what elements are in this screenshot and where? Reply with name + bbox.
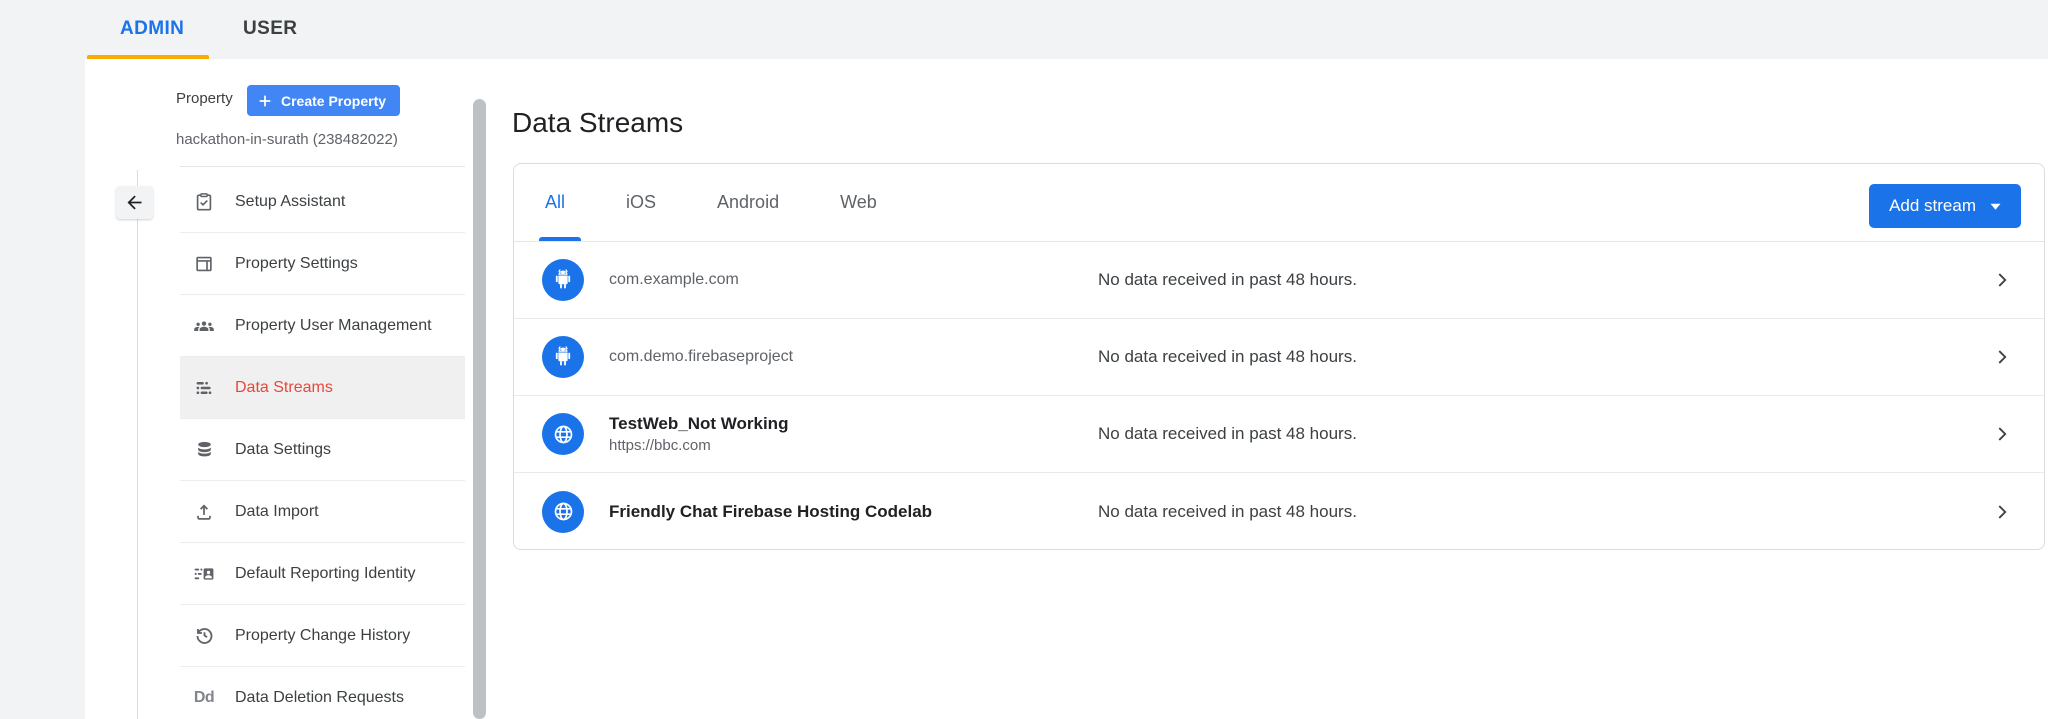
active-stream-tab-underline (539, 237, 581, 241)
caret-down-icon (1990, 203, 2001, 210)
sidebar-item-data-deletion-requests[interactable]: Dd Data Deletion Requests (180, 667, 465, 719)
tab-web[interactable]: Web (840, 192, 877, 213)
sidebar-nav: Setup Assistant Property Settings (180, 171, 465, 719)
sidebar-item-default-reporting-identity[interactable]: Default Reporting Identity (180, 543, 465, 605)
users-icon (192, 314, 216, 338)
sidebar-item-label: Property User Management (235, 317, 432, 335)
sidebar-item-label: Property Settings (235, 255, 358, 273)
stream-url: https://bbc.com (609, 437, 788, 454)
add-stream-label: Add stream (1889, 196, 1976, 216)
sidebar-item-label: Data Streams (235, 379, 333, 397)
page-title: Data Streams (512, 107, 683, 139)
create-property-label: Create Property (281, 93, 386, 109)
sidebar-item-property-settings[interactable]: Property Settings (180, 233, 465, 295)
sidebar-item-label: Property Change History (235, 627, 410, 645)
property-name: hackathon-in-surath (238482022) (176, 131, 398, 148)
stream-type-tabs: All iOS Android Web Add stream (514, 164, 2044, 242)
stream-name: com.example.com (609, 271, 739, 289)
web-globe-icon (542, 491, 584, 533)
history-icon (192, 624, 216, 648)
stream-name: Friendly Chat Firebase Hosting Codelab (609, 502, 932, 522)
identity-card-icon (192, 562, 216, 586)
stream-info: Friendly Chat Firebase Hosting Codelab (609, 502, 932, 522)
stream-status: No data received in past 48 hours. (1098, 502, 1357, 522)
stream-row[interactable]: TestWeb_Not Working https://bbc.com No d… (514, 396, 2044, 473)
sidebar-item-label: Data Deletion Requests (235, 689, 404, 707)
android-icon (542, 336, 584, 378)
stream-info: com.example.com (609, 271, 739, 289)
tab-user[interactable]: USER (243, 18, 297, 40)
sidebar-item-data-streams[interactable]: Data Streams (180, 357, 465, 419)
database-icon (192, 438, 216, 462)
setup-assistant-icon (192, 190, 216, 214)
chevron-right-icon[interactable] (1991, 346, 2013, 368)
back-button[interactable] (116, 186, 153, 219)
sidebar-left-divider (137, 170, 138, 719)
tab-android[interactable]: Android (717, 192, 779, 213)
arrow-back-icon (124, 192, 145, 213)
create-property-button[interactable]: Create Property (247, 85, 400, 116)
stream-info: TestWeb_Not Working https://bbc.com (609, 414, 788, 454)
stream-info: com.demo.firebaseproject (609, 348, 793, 366)
chevron-right-icon[interactable] (1991, 501, 2013, 523)
sidebar-item-data-settings[interactable]: Data Settings (180, 419, 465, 481)
add-stream-button[interactable]: Add stream (1869, 184, 2021, 228)
property-settings-icon (192, 252, 216, 276)
stream-status: No data received in past 48 hours. (1098, 270, 1357, 290)
tab-all[interactable]: All (545, 192, 565, 213)
stream-status: No data received in past 48 hours. (1098, 347, 1357, 367)
tab-ios[interactable]: iOS (626, 192, 656, 213)
upload-icon (192, 500, 216, 524)
ga-admin-page: ADMIN USER Property Create Property hack… (0, 0, 2048, 719)
stream-row[interactable]: Friendly Chat Firebase Hosting Codelab N… (514, 473, 2044, 550)
property-section-label: Property (176, 90, 233, 107)
sidebar-item-property-change-history[interactable]: Property Change History (180, 605, 465, 667)
stream-name: com.demo.firebaseproject (609, 348, 793, 366)
stream-name: TestWeb_Not Working (609, 414, 788, 434)
sidebar-header-divider (180, 166, 465, 167)
chevron-right-icon[interactable] (1991, 269, 2013, 291)
tab-admin[interactable]: ADMIN (120, 18, 184, 40)
data-streams-icon (192, 376, 216, 400)
stream-status: No data received in past 48 hours. (1098, 424, 1357, 444)
data-streams-card: All iOS Android Web Add stream (513, 163, 2045, 550)
plus-icon (257, 93, 273, 109)
sidebar-scrollbar[interactable] (473, 99, 486, 719)
sidebar-item-label: Setup Assistant (235, 193, 345, 211)
sidebar-item-label: Data Settings (235, 441, 331, 459)
sidebar-item-data-import[interactable]: Data Import (180, 481, 465, 543)
android-icon (542, 259, 584, 301)
top-tab-bar: ADMIN USER (0, 0, 2048, 59)
stream-row[interactable]: com.demo.firebaseproject No data receive… (514, 319, 2044, 396)
content-panel: Property Create Property hackathon-in-su… (85, 59, 2048, 719)
sidebar-item-label: Default Reporting Identity (235, 565, 416, 583)
web-globe-icon (542, 413, 584, 455)
chevron-right-icon[interactable] (1991, 423, 2013, 445)
dd-letters-icon: Dd (192, 686, 216, 710)
sidebar-item-property-user-management[interactable]: Property User Management (180, 295, 465, 357)
sidebar-item-setup-assistant[interactable]: Setup Assistant (180, 171, 465, 233)
stream-row[interactable]: com.example.com No data received in past… (514, 242, 2044, 319)
sidebar-item-label: Data Import (235, 503, 319, 521)
